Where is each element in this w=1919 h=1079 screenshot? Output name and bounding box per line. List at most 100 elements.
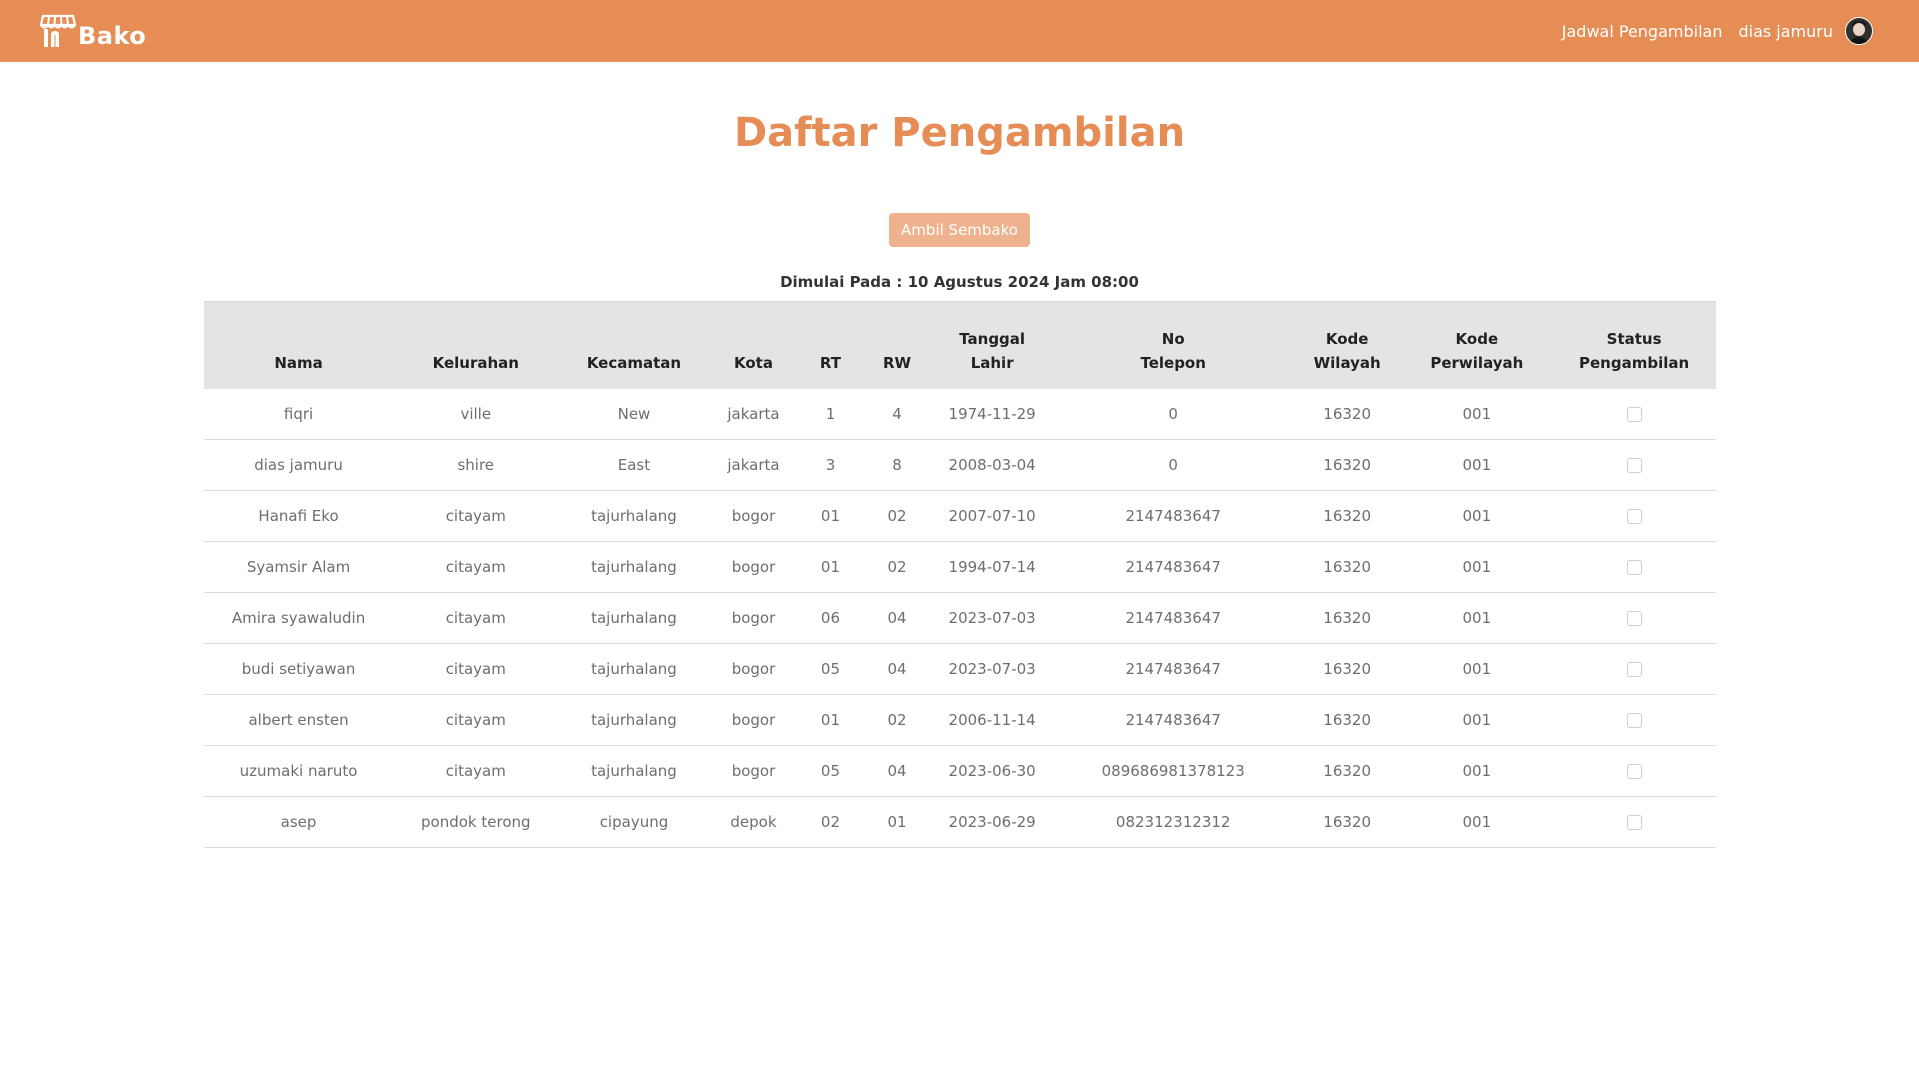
cell-nama: albert ensten xyxy=(204,694,394,746)
cell-kelurahan: shire xyxy=(393,439,559,491)
cell-kecamatan: tajurhalang xyxy=(558,592,710,644)
cell-kota: bogor xyxy=(709,643,798,695)
cell-kode-wilayah: 16320 xyxy=(1292,541,1402,593)
user-name[interactable]: dias jamuru xyxy=(1738,22,1833,41)
cell-rw: 04 xyxy=(863,592,931,644)
cell-rw: 4 xyxy=(863,389,931,440)
cell-kota: bogor xyxy=(709,592,798,644)
cell-kota: depok xyxy=(709,796,798,848)
status-checkbox[interactable] xyxy=(1626,509,1642,524)
cell-telp: 2147483647 xyxy=(1053,592,1293,644)
cell-rw: 02 xyxy=(863,541,931,593)
cell-telp: 2147483647 xyxy=(1053,694,1293,746)
cell-kode-perwilayah: 001 xyxy=(1401,745,1553,797)
column-header: No Telepon xyxy=(1053,301,1293,389)
cell-kota: jakarta xyxy=(709,439,798,491)
column-header: Status Pengambilan xyxy=(1552,301,1716,389)
cell-kecamatan: East xyxy=(558,439,710,491)
cell-telp: 2147483647 xyxy=(1053,490,1293,542)
cell-kecamatan: tajurhalang xyxy=(558,694,710,746)
status-checkbox[interactable] xyxy=(1626,560,1642,575)
cell-kode-perwilayah: 001 xyxy=(1401,796,1553,848)
cell-kode-wilayah: 16320 xyxy=(1292,694,1402,746)
cell-telp: 0 xyxy=(1053,389,1293,440)
status-checkbox[interactable] xyxy=(1626,815,1642,830)
column-header: RT xyxy=(797,301,864,389)
cell-kode-perwilayah: 001 xyxy=(1401,541,1553,593)
cell-rt: 01 xyxy=(797,541,864,593)
nav-link-jadwal[interactable]: Jadwal Pengambilan xyxy=(1562,22,1723,41)
cell-rw: 04 xyxy=(863,745,931,797)
cell-status xyxy=(1552,490,1716,542)
column-header: Kode Perwilayah xyxy=(1401,301,1553,389)
column-header-label: Kode xyxy=(1325,330,1369,348)
table-row: budi setiyawan citayam tajurhalang bogor 05 0… xyxy=(204,643,1716,695)
column-header-label: RT xyxy=(819,354,842,372)
column-header-label: Kecamatan xyxy=(586,354,682,372)
cell-rw: 02 xyxy=(863,694,931,746)
table-row: Hanafi Eko citayam tajurhalang bogor 01 02 200… xyxy=(204,490,1716,542)
cell-kelurahan: citayam xyxy=(393,745,559,797)
cell-kota: jakarta xyxy=(709,389,798,440)
cell-kode-wilayah: 16320 xyxy=(1292,439,1402,491)
table-row: uzumaki naruto citayam tajurhalang bogor 05 0… xyxy=(204,745,1716,797)
cell-kode-perwilayah: 001 xyxy=(1401,643,1553,695)
status-checkbox[interactable] xyxy=(1626,458,1642,473)
cell-nama: budi setiyawan xyxy=(204,643,394,695)
cell-rt: 3 xyxy=(797,439,864,491)
brand-name: Bako xyxy=(78,22,147,50)
cell-status xyxy=(1552,439,1716,491)
cell-tgl: 2023-07-03 xyxy=(930,592,1054,644)
cell-rt: 01 xyxy=(797,490,864,542)
column-header-label: No xyxy=(1161,330,1185,348)
status-checkbox[interactable] xyxy=(1626,764,1642,779)
table-row: albert ensten citayam tajurhalang bogor 01 02… xyxy=(204,694,1716,746)
cell-tgl: 2008-03-04 xyxy=(930,439,1054,491)
column-header-label: Telepon xyxy=(1140,354,1206,372)
column-header-label: Kota xyxy=(734,354,773,372)
cell-rt: 05 xyxy=(797,745,864,797)
cell-telp: 2147483647 xyxy=(1053,541,1293,593)
cell-kode-perwilayah: 001 xyxy=(1401,439,1553,491)
column-header-label: Tanggal xyxy=(959,330,1026,348)
cell-rt: 02 xyxy=(797,796,864,848)
status-checkbox[interactable] xyxy=(1626,407,1642,422)
table-row: dias jamuru shire East jakarta 3 8 2008-03-04 0… xyxy=(204,439,1716,491)
cell-nama: Amira syawaludin xyxy=(204,592,394,644)
status-checkbox[interactable] xyxy=(1626,611,1642,626)
cell-status xyxy=(1552,694,1716,746)
ambil-sembako-button[interactable]: Ambil Sembako xyxy=(889,213,1030,247)
cell-kelurahan: citayam xyxy=(393,694,559,746)
cell-rt: 1 xyxy=(797,389,864,440)
column-header: Kode Wilayah xyxy=(1292,301,1402,389)
column-header: Nama xyxy=(204,301,394,389)
table-row: Syamsir Alam citayam tajurhalang bogor 01 02 1… xyxy=(204,541,1716,593)
status-checkbox[interactable] xyxy=(1626,662,1642,677)
column-header: RW xyxy=(863,301,931,389)
cell-telp: 0 xyxy=(1053,439,1293,491)
cell-kelurahan: citayam xyxy=(393,592,559,644)
cell-kota: bogor xyxy=(709,694,798,746)
brand[interactable]: Bako xyxy=(40,12,146,50)
cell-nama: asep xyxy=(204,796,394,848)
table-row: asep pondok terong cipayung depok 02 01 2023-0… xyxy=(204,796,1716,848)
status-checkbox[interactable] xyxy=(1626,713,1642,728)
cell-rt: 06 xyxy=(797,592,864,644)
cell-rw: 02 xyxy=(863,490,931,542)
table-header: Nama Kelurahan Kecamatan Kota RT RW Tanggal Lah… xyxy=(204,301,1716,389)
navbar: Bako Jadwal Pengambilan dias jamuru xyxy=(0,0,1919,62)
avatar[interactable] xyxy=(1845,17,1873,45)
cell-tgl: 2023-06-30 xyxy=(930,745,1054,797)
cell-kecamatan: tajurhalang xyxy=(558,745,710,797)
column-header: Kelurahan xyxy=(393,301,559,389)
cell-kode-wilayah: 16320 xyxy=(1292,389,1402,440)
cell-rt: 05 xyxy=(797,643,864,695)
cell-kode-perwilayah: 001 xyxy=(1401,592,1553,644)
cell-tgl: 2023-07-03 xyxy=(930,643,1054,695)
cell-rw: 01 xyxy=(863,796,931,848)
start-info: Dimulai Pada : 10 Agustus 2024 Jam 08:00 xyxy=(780,273,1139,291)
cell-kota: bogor xyxy=(709,745,798,797)
cell-kelurahan: citayam xyxy=(393,541,559,593)
cell-nama: Syamsir Alam xyxy=(204,541,394,593)
cell-kecamatan: New xyxy=(558,389,710,440)
